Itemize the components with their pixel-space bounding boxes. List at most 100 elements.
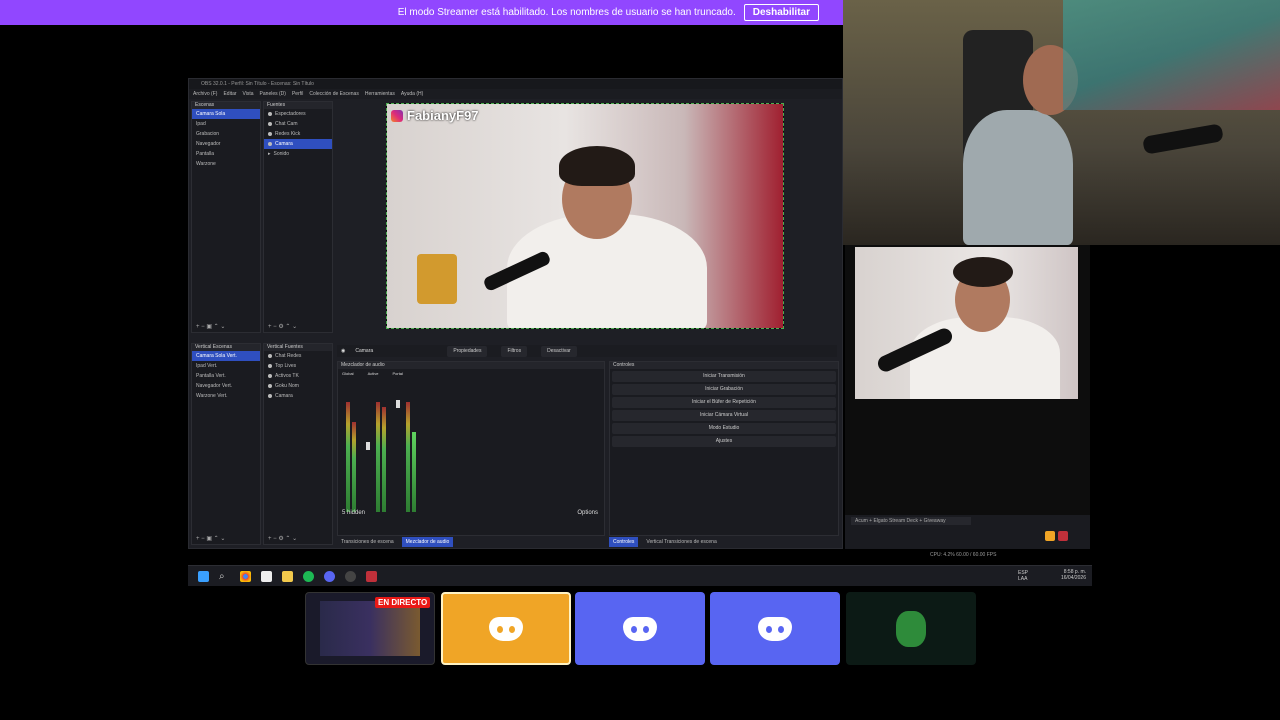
tab-scene-transitions[interactable]: Transiciones de escena	[337, 537, 398, 547]
vscene-item[interactable]: Warzone Vert.	[192, 391, 260, 401]
start-recording-button[interactable]: Iniciar Grabación	[612, 384, 836, 395]
bottom-tabs-right: Controles Vertical Transiciones de escen…	[609, 537, 721, 547]
app-icon[interactable]	[366, 571, 377, 582]
controls-dock: Controles Iniciar Transmisión Iniciar Gr…	[609, 361, 839, 536]
mixer-options-button[interactable]: Options	[577, 510, 598, 516]
tab-audio-mixer[interactable]: Mezclador de audio	[401, 537, 454, 547]
scenes-footer-toolbar[interactable]: + − ▣ ⌃ ⌄	[192, 322, 225, 330]
scene-item[interactable]: Camara Sola	[192, 109, 260, 119]
scene-item[interactable]: Warzone	[192, 159, 260, 169]
spotify-icon[interactable]	[303, 571, 314, 582]
vertical-sources-dock: Vertical Fuentes Chat Redes Top Lives Ac…	[263, 343, 333, 545]
folder-icon[interactable]	[282, 571, 293, 582]
source-item[interactable]: Camara	[264, 139, 332, 149]
person-hair	[559, 146, 635, 186]
figurine	[417, 254, 457, 304]
windows-start-icon[interactable]	[198, 571, 209, 582]
vsources-footer-toolbar[interactable]: + − ⚙ ⌃ ⌄	[264, 534, 297, 542]
stream-title-field[interactable]: Acum + Elgato Stream Deck + Giveaway	[851, 517, 971, 525]
vscene-item[interactable]: Pantalla Vert.	[192, 371, 260, 381]
instagram-overlay: FabianyF97	[391, 108, 479, 123]
menu-archivo[interactable]: Archivo (F)	[193, 89, 217, 99]
vsource-item[interactable]: Camara	[264, 391, 332, 401]
audio-meter	[352, 422, 356, 512]
clock[interactable]: 8:58 p. m. 16/04/2026	[1056, 569, 1086, 581]
vertical-scenes-header: Vertical Escenas	[192, 344, 260, 351]
scene-item[interactable]: Ipad	[192, 119, 260, 129]
discord-icon[interactable]	[324, 571, 335, 582]
bottom-tabs-left: Transiciones de escena Mezclador de audi…	[337, 537, 454, 547]
source-item[interactable]: Redes Kick	[264, 129, 332, 139]
menu-vista[interactable]: Vista	[243, 89, 254, 99]
tab-controls[interactable]: Controles	[609, 537, 639, 547]
webcam-feed	[843, 0, 1280, 245]
menu-paneles[interactable]: Paneles (D)	[260, 89, 286, 99]
deactivate-button[interactable]: Desactivar	[541, 345, 577, 357]
properties-button[interactable]: Propiedades	[447, 345, 488, 357]
start-streaming-button[interactable]: Iniciar Transmisión	[612, 371, 836, 382]
chrome-icon[interactable]	[240, 571, 251, 582]
scene-item[interactable]: Grabacion	[192, 129, 260, 139]
tab-vertical-transitions[interactable]: Vertical Transiciones de escena	[642, 537, 720, 547]
selected-source-label: Camara	[355, 348, 374, 354]
audio-meter	[406, 402, 410, 512]
audio-meter	[412, 432, 416, 512]
menu-coleccion[interactable]: Colección de Escenas	[309, 89, 358, 99]
vscene-item[interactable]: Navegador Vert.	[192, 381, 260, 391]
calendar-icon[interactable]	[261, 571, 272, 582]
obs-icon[interactable]	[345, 571, 356, 582]
vertical-dock-footer: Acum + Elgato Stream Deck + Giveaway	[845, 515, 1090, 549]
filters-button[interactable]: Filtros	[501, 345, 528, 357]
vsource-item[interactable]: Activos TK	[264, 371, 332, 381]
settings-gear-icon[interactable]	[1045, 531, 1055, 541]
start-replay-buffer-button[interactable]: Iniciar el Búfer de Repetición	[612, 397, 836, 408]
avatar-icon	[896, 610, 926, 647]
discord-icon	[758, 616, 792, 641]
mixer-channel-label: Portal	[392, 371, 403, 376]
vsource-item[interactable]: Goku Nom	[264, 381, 332, 391]
search-icon[interactable]: ⌕	[219, 571, 230, 582]
menu-herramientas[interactable]: Herramientas	[365, 89, 395, 99]
language-indicator[interactable]: ESP LAA	[1018, 570, 1038, 582]
obs-preview[interactable]: FabianyF97	[386, 103, 784, 329]
disable-streamer-mode-button[interactable]: Deshabilitar	[743, 4, 819, 21]
menu-editar[interactable]: Editar	[223, 89, 236, 99]
vertical-sources-header: Vertical Fuentes	[264, 344, 332, 351]
vsource-item[interactable]: Chat Redes	[264, 351, 332, 361]
vertical-preview	[855, 247, 1078, 399]
windows-taskbar: ⌕ ESP LAA 8:58 p. m. 16/04/2026	[188, 565, 1092, 586]
menu-perfil[interactable]: Perfil	[292, 89, 303, 99]
scene-item[interactable]: Pantalla	[192, 149, 260, 159]
participant-tile-discord-speaking[interactable]	[441, 592, 571, 665]
studio-mode-button[interactable]: Modo Estudio	[612, 423, 836, 434]
menu-ayuda[interactable]: Ayuda (H)	[401, 89, 423, 99]
volume-slider[interactable]	[366, 442, 370, 450]
settings-button[interactable]: Ajustes	[612, 436, 836, 447]
hidden-sources-label: 5 hidden	[342, 510, 366, 516]
vscene-item[interactable]: Ipad Vert.	[192, 361, 260, 371]
scenes-dock: Escenas Camara Sola Ipad Grabacion Naveg…	[191, 101, 261, 333]
source-item[interactable]: Chat Cam	[264, 119, 332, 129]
participant-tile-avatar[interactable]	[846, 592, 976, 665]
obs-window: OBS 32.0.1 - Perfil: Sin Título - Escena…	[188, 78, 843, 549]
streamer-mode-message: El modo Streamer está habilitado. Los no…	[397, 7, 736, 18]
scene-item[interactable]: Navegador	[192, 139, 260, 149]
source-item[interactable]: ▸ Sonido	[264, 149, 332, 159]
audio-meter	[346, 402, 350, 512]
volume-slider[interactable]	[396, 400, 400, 408]
source-icon	[268, 142, 272, 146]
vscenes-footer-toolbar[interactable]: + − ▣ ⌃ ⌄	[192, 534, 225, 542]
participant-tile-discord[interactable]	[575, 592, 705, 665]
streamer-mode-bar: El modo Streamer está habilitado. Los no…	[0, 0, 843, 25]
obs-title-bar: OBS 32.0.1 - Perfil: Sin Título - Escena…	[189, 79, 842, 89]
vscene-item[interactable]: Camara Sola Vert.	[192, 351, 260, 361]
sources-footer-toolbar[interactable]: + − ⚙ ⌃ ⌄	[264, 322, 297, 330]
start-virtual-camera-button[interactable]: Iniciar Cámara Virtual	[612, 410, 836, 421]
source-item[interactable]: Espectadores	[264, 109, 332, 119]
instagram-handle: FabianyF97	[407, 108, 479, 123]
record-icon[interactable]	[1058, 531, 1068, 541]
vsource-item[interactable]: Top Lives	[264, 361, 332, 371]
chevron-right-icon[interactable]: ▸	[268, 149, 271, 159]
participant-tile-discord[interactable]	[710, 592, 840, 665]
microphone	[1142, 123, 1224, 155]
